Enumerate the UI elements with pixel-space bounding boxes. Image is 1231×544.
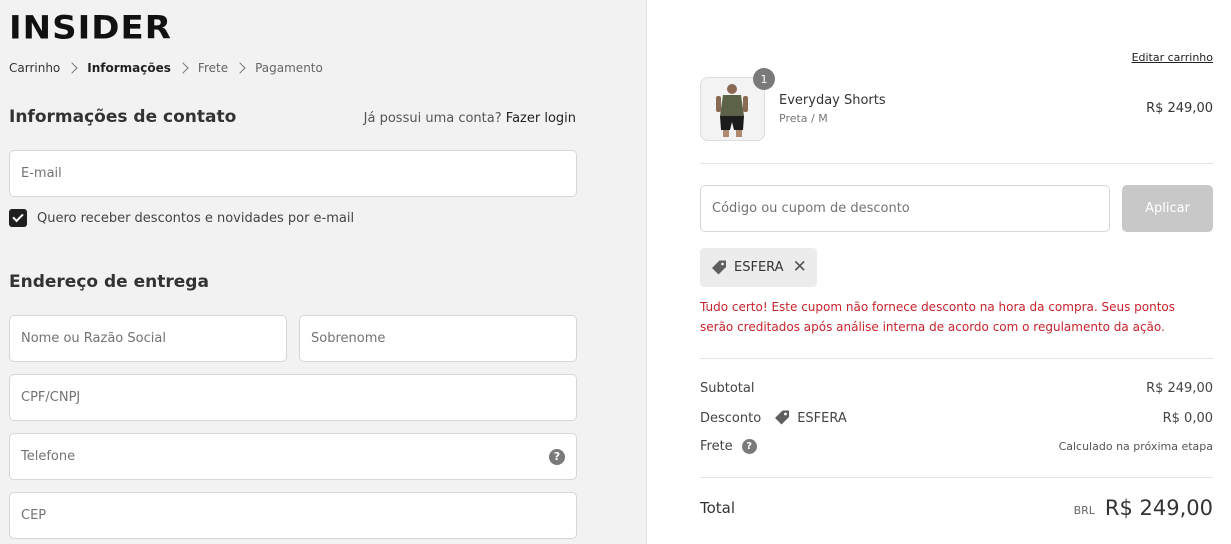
total-row: Total BRL R$ 249,00 (700, 496, 1213, 520)
coupon-input[interactable] (712, 201, 1098, 216)
zip-input[interactable] (21, 508, 565, 523)
subtotal-label: Subtotal (700, 381, 755, 396)
applied-coupon-code: ESFERA (734, 260, 784, 275)
quantity-badge: 1 (753, 68, 775, 90)
close-icon[interactable]: ✕ (793, 259, 807, 276)
discount-label: Desconto (700, 410, 762, 426)
contact-section-title: Informações de contato (9, 107, 237, 127)
total-value: R$ 249,00 (1104, 496, 1213, 520)
tag-icon (712, 260, 726, 274)
chevron-right-icon (234, 62, 246, 74)
cpf-cnpj-field[interactable] (9, 374, 577, 421)
cpf-cnpj-input[interactable] (21, 390, 565, 405)
breadcrumb-shipping: Frete (197, 61, 229, 75)
login-link[interactable]: Fazer login (506, 111, 576, 126)
subtotal-value: R$ 249,00 (1146, 381, 1213, 396)
product-price: R$ 249,00 (1146, 101, 1213, 116)
order-summary-panel: Editar carrinho 1 Everyday Shorts Preta … (648, 0, 1231, 544)
total-label: Total (700, 499, 736, 517)
subtotal-row: Subtotal R$ 249,00 (700, 381, 1213, 396)
last-name-input[interactable] (311, 331, 565, 346)
breadcrumb-payment: Pagamento (255, 61, 323, 75)
login-prompt: Já possui uma conta? Fazer login (364, 111, 576, 126)
applied-coupon-chip: ESFERA ✕ (700, 248, 817, 287)
divider (700, 358, 1213, 359)
shipping-label: Frete (700, 439, 733, 454)
coupon-field[interactable] (700, 185, 1110, 232)
email-input[interactable] (21, 166, 565, 181)
product-image: 1 (700, 68, 775, 141)
chevron-right-icon (66, 62, 78, 74)
email-field[interactable] (9, 150, 577, 197)
checkout-form-panel: INSIDER Carrinho Informações Frete Pagam… (0, 0, 647, 544)
discount-row: Desconto ESFERA R$ 0,00 (700, 409, 1213, 427)
coupon-notice: Tudo certo! Este cupom não fornece desco… (700, 300, 1176, 334)
shipping-value: Calculado na próxima etapa (1058, 440, 1213, 453)
phone-input[interactable] (21, 449, 549, 464)
help-icon[interactable]: ? (549, 448, 565, 465)
first-name-input[interactable] (21, 331, 275, 346)
shipping-section-title: Endereço de entrega (9, 272, 209, 292)
discount-code: ESFERA (797, 410, 847, 426)
product-name: Everyday Shorts (779, 93, 886, 108)
apply-coupon-button[interactable]: Aplicar (1122, 185, 1213, 232)
login-prompt-text: Já possui uma conta? (363, 111, 502, 126)
newsletter-option[interactable]: Quero receber descontos e novidades por … (9, 209, 354, 227)
divider (700, 163, 1213, 164)
product-variant: Preta / M (779, 112, 828, 125)
product-photo-icon (701, 78, 764, 140)
total-currency: BRL (1073, 504, 1095, 517)
discount-value: R$ 0,00 (1162, 410, 1213, 426)
newsletter-checkbox[interactable] (9, 209, 27, 227)
newsletter-label: Quero receber descontos e novidades por … (37, 210, 355, 226)
brand-logo[interactable]: INSIDER (9, 9, 172, 47)
breadcrumb-information: Informações (87, 61, 171, 75)
edit-cart-link[interactable]: Editar carrinho (1132, 51, 1213, 64)
last-name-field[interactable] (299, 315, 577, 362)
shipping-row: Frete ? Calculado na próxima etapa (700, 439, 1213, 454)
chevron-right-icon (177, 62, 189, 74)
zip-field[interactable] (9, 492, 577, 539)
first-name-field[interactable] (9, 315, 287, 362)
help-icon[interactable]: ? (741, 439, 757, 454)
breadcrumb: Carrinho Informações Frete Pagamento (9, 61, 323, 75)
breadcrumb-cart[interactable]: Carrinho (9, 61, 60, 75)
divider (700, 477, 1213, 478)
phone-field[interactable]: ? (9, 433, 577, 480)
tag-icon (775, 410, 790, 425)
